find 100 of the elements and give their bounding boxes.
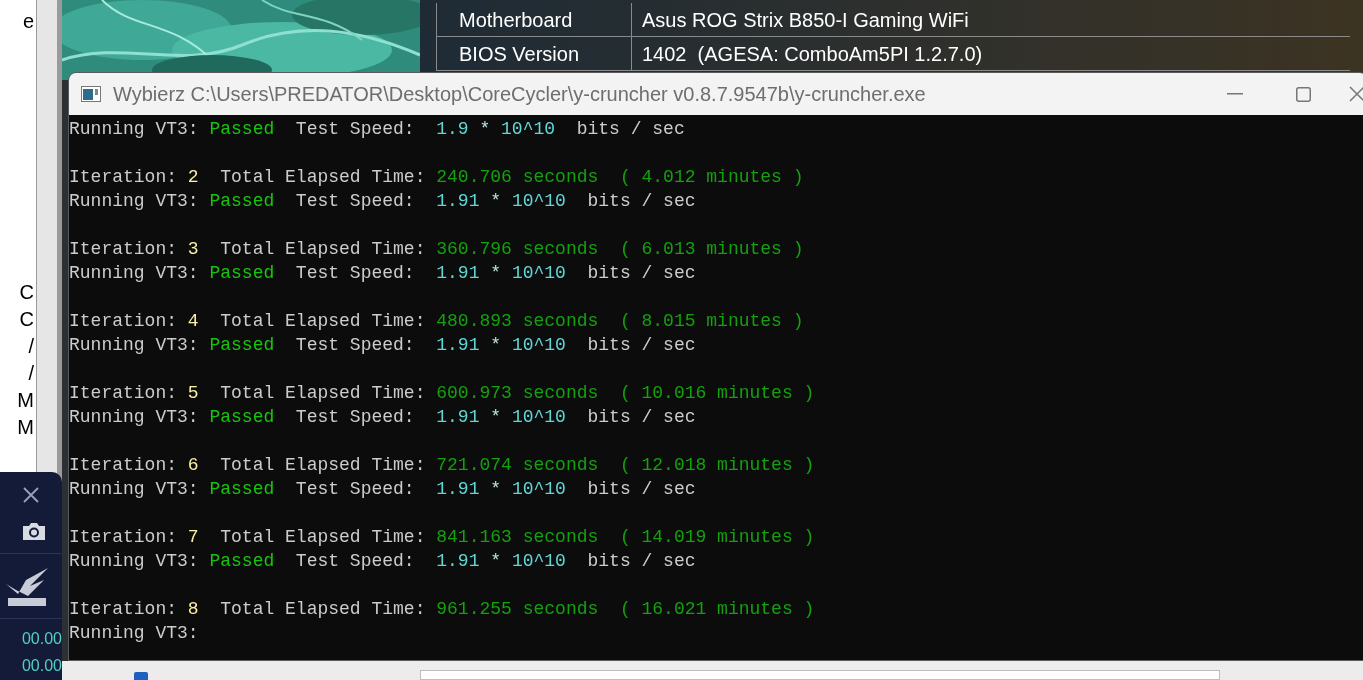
close-icon — [1349, 86, 1363, 102]
letter-text: M — [17, 388, 34, 413]
iteration-number: 4 — [187, 310, 199, 333]
result-text: Passed — [209, 550, 275, 573]
operator-text: * — [490, 550, 502, 573]
console-label: Running VT3: — [69, 550, 199, 573]
console-label: Total Elapsed Time: — [220, 382, 426, 405]
operator-text: * — [490, 334, 502, 357]
result-text: Passed — [209, 334, 275, 357]
console-label: Total Elapsed Time: — [220, 526, 426, 549]
maximize-icon — [1295, 86, 1311, 102]
unit-text: bits / sec — [587, 334, 696, 357]
console-label: Iteration: — [69, 526, 178, 549]
console-label: Running VT3: — [69, 622, 199, 645]
result-text: Passed — [209, 478, 275, 501]
console-label: Iteration: — [69, 166, 178, 189]
console-label: Iteration: — [69, 598, 178, 621]
console-label: Test Speed: — [295, 478, 415, 501]
result-text: Passed — [209, 190, 275, 213]
speed-value: 10^10 — [511, 190, 566, 213]
console-label: Running VT3: — [69, 118, 199, 141]
iteration-number: 6 — [187, 454, 199, 477]
elapsed-minutes: ( 8.015 minutes ) — [619, 310, 804, 333]
speed-value: 1.91 — [436, 334, 480, 357]
elapsed-minutes: ( 10.016 minutes ) — [619, 382, 815, 405]
row-value: Asus ROG Strix B850-I Gaming WiFi — [631, 3, 1350, 36]
result-text: Passed — [209, 118, 275, 141]
speed-value: 10^10 — [501, 118, 556, 141]
iteration-number: 8 — [187, 598, 199, 621]
console-label: Iteration: — [69, 454, 178, 477]
letter-text: / — [28, 334, 34, 359]
elapsed-minutes: ( 12.018 minutes ) — [619, 454, 815, 477]
reading-value: 00.00 — [21, 656, 62, 676]
elapsed-minutes: ( 14.019 minutes ) — [619, 526, 815, 549]
operator-text: * — [479, 118, 491, 141]
close-button[interactable] — [22, 486, 40, 504]
checkbox-icon — [134, 672, 148, 680]
unit-text: bits / sec — [587, 406, 696, 429]
camera-icon — [21, 521, 47, 541]
console-label: Total Elapsed Time: — [220, 598, 426, 621]
operator-text: * — [490, 262, 502, 285]
reading-value: 00.00 — [21, 629, 62, 649]
iteration-number: 5 — [187, 382, 199, 405]
letter-text: / — [28, 361, 34, 386]
speed-value: 10^10 — [511, 262, 566, 285]
console-label: Running VT3: — [69, 262, 199, 285]
camera-button[interactable] — [21, 521, 47, 541]
speed-value: 1.91 — [436, 550, 480, 573]
iteration-number: 2 — [187, 166, 199, 189]
console-label: Running VT3: — [69, 478, 199, 501]
elapsed-seconds: 240.706 seconds — [436, 166, 599, 189]
elapsed-seconds: 721.074 seconds — [436, 454, 599, 477]
console-label: Total Elapsed Time: — [220, 238, 426, 261]
console-label: Iteration: — [69, 310, 178, 333]
console-label: Total Elapsed Time: — [220, 166, 426, 189]
elapsed-minutes: ( 4.012 minutes ) — [619, 166, 804, 189]
minimize-icon — [1227, 93, 1243, 95]
unit-text: bits / sec — [587, 478, 696, 501]
elapsed-seconds: 841.163 seconds — [436, 526, 599, 549]
speed-value: 10^10 — [511, 406, 566, 429]
result-text: Passed — [209, 262, 275, 285]
console-label: Test Speed: — [295, 118, 415, 141]
result-text: Passed — [209, 406, 275, 429]
letter-text: C — [19, 280, 34, 305]
console-label: Running VT3: — [69, 406, 199, 429]
letter-text: e — [22, 9, 34, 34]
elapsed-seconds: 961.255 seconds — [436, 598, 599, 621]
operator-text: * — [490, 478, 502, 501]
elapsed-minutes: ( 6.013 minutes ) — [619, 238, 804, 261]
console-icon — [81, 86, 101, 102]
console-label: Iteration: — [69, 238, 178, 261]
row-value: 1402 (AGESA: ComboAm5PI 1.2.7.0) — [631, 37, 1350, 70]
row-label: BIOS Version — [458, 41, 581, 67]
window-title: Wybierz C:\Users\PREDATOR\Desktop\CoreCycler\y-cruncher v0.8.7.9547b\y-cruncher.exe — [113, 82, 926, 107]
speed-value: 1.9 — [436, 118, 469, 141]
console-label: Iteration: — [69, 382, 178, 405]
unit-text: bits / sec — [587, 550, 696, 573]
elapsed-seconds: 480.893 seconds — [436, 310, 599, 333]
letter-text: C — [19, 307, 34, 332]
speed-value: 1.91 — [436, 478, 480, 501]
unit-text: bits / sec — [587, 262, 696, 285]
letter-text: M — [17, 415, 34, 440]
elapsed-seconds: 360.796 seconds — [436, 238, 599, 261]
console-label: Total Elapsed Time: — [220, 454, 426, 477]
elapsed-seconds: 600.973 seconds — [436, 382, 599, 405]
console-label: Running VT3: — [69, 334, 199, 357]
speed-value: 1.91 — [436, 406, 480, 429]
iteration-number: 3 — [187, 238, 199, 261]
console-label: Test Speed: — [295, 190, 415, 213]
console-label: Total Elapsed Time: — [220, 310, 426, 333]
console-label: Test Speed: — [295, 334, 415, 357]
close-icon — [22, 486, 40, 504]
unit-text: bits / sec — [576, 118, 685, 141]
iteration-number: 7 — [187, 526, 199, 549]
speed-value: 1.91 — [436, 262, 480, 285]
speed-value: 10^10 — [511, 478, 566, 501]
console-label: Test Speed: — [295, 262, 415, 285]
console-label: Test Speed: — [295, 406, 415, 429]
speed-value: 1.91 — [436, 190, 480, 213]
elapsed-minutes: ( 16.021 minutes ) — [619, 598, 815, 621]
